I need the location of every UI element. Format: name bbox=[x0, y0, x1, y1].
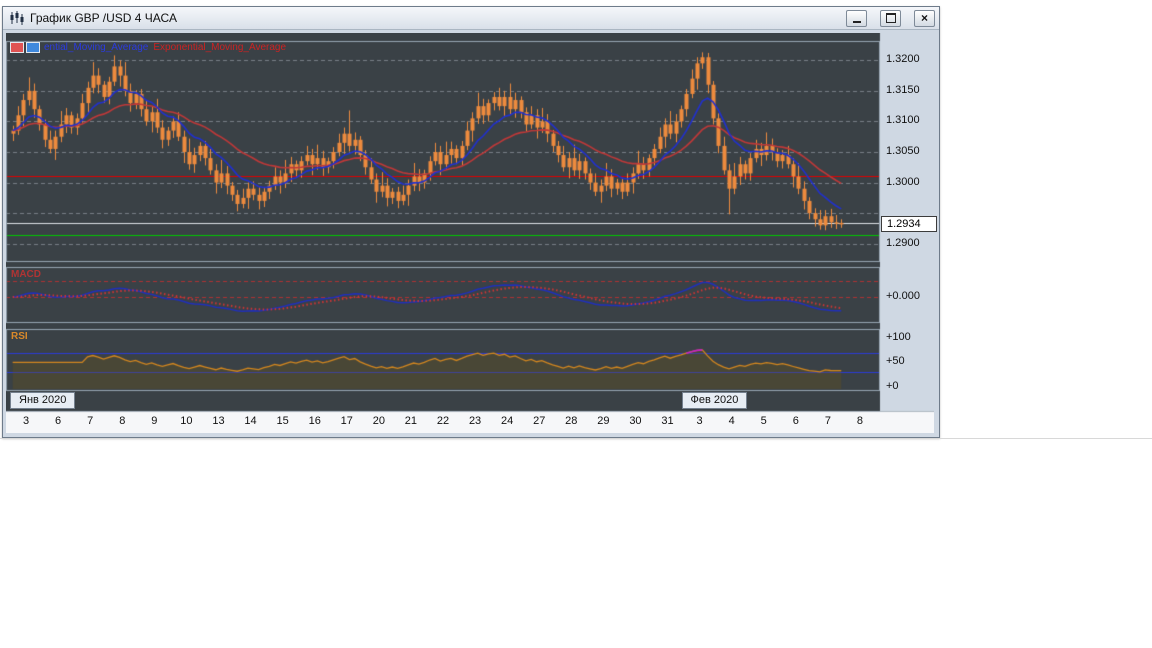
time-axis-day-label: 27 bbox=[533, 415, 546, 427]
price-axis-label: 1.3150 bbox=[886, 83, 920, 96]
time-axis-day-label: 31 bbox=[661, 415, 674, 427]
indicator-legend: ential_Moving_Average Exponential_Moving… bbox=[10, 42, 286, 53]
time-axis-day-label: 16 bbox=[308, 415, 321, 427]
rsi-axis-label: +100 bbox=[886, 331, 911, 344]
month-label: Янв 2020 bbox=[10, 392, 76, 409]
time-axis-day-label: 6 bbox=[55, 415, 62, 427]
ema-fast-label: ential_Moving_Average bbox=[44, 42, 149, 53]
maximize-icon bbox=[885, 13, 896, 23]
price-axis-label: 1.2900 bbox=[886, 236, 920, 249]
titlebar[interactable]: График GBP /USD 4 ЧАСА × bbox=[3, 7, 939, 30]
desktop: График GBP /USD 4 ЧАСА × ential_Moving_A… bbox=[0, 0, 1152, 648]
time-axis-day-label: 9 bbox=[151, 415, 158, 427]
rsi-panel-label: RSI bbox=[11, 331, 28, 342]
time-axis-day-label: 3 bbox=[22, 415, 30, 427]
macd-axis-label: +0.000 bbox=[886, 290, 920, 302]
time-axis-day-label: 17 bbox=[340, 415, 353, 427]
month-label: Фев 2020 bbox=[681, 392, 748, 409]
minimize-icon bbox=[852, 21, 861, 23]
legend-chip-blue[interactable] bbox=[26, 42, 40, 53]
pane-divider bbox=[0, 438, 1152, 439]
price-chart-canvas[interactable] bbox=[6, 33, 934, 433]
close-button[interactable]: × bbox=[914, 9, 935, 27]
time-axis-day-label: 13 bbox=[212, 415, 225, 427]
window-title: График GBP /USD 4 ЧАСА bbox=[30, 11, 177, 25]
chart-container: ential_Moving_Average Exponential_Moving… bbox=[6, 33, 937, 433]
time-axis-day-label: 3 bbox=[696, 415, 703, 427]
ema-slow-label: Exponential_Moving_Average bbox=[153, 42, 287, 53]
price-axis-label: 1.3000 bbox=[886, 175, 920, 188]
rsi-axis-label: +0 bbox=[886, 379, 899, 392]
time-axis-day-label: 10 bbox=[180, 415, 193, 427]
time-axis-day-label: 30 bbox=[629, 415, 642, 427]
time-axis-day-label: 15 bbox=[276, 415, 289, 427]
legend-chip-red[interactable] bbox=[10, 42, 24, 53]
time-axis-day-label: 23 bbox=[468, 415, 482, 427]
time-axis-day-label: 4 bbox=[728, 415, 735, 427]
window-controls: × bbox=[833, 9, 935, 27]
minimize-button[interactable] bbox=[846, 9, 867, 27]
macd-panel-label: MACD bbox=[11, 269, 41, 280]
time-axis-day-label: 8 bbox=[856, 415, 864, 427]
maximize-button[interactable] bbox=[880, 9, 901, 27]
current-price-box: 1.2934 bbox=[881, 215, 937, 232]
time-axis-day-label: 14 bbox=[244, 415, 257, 427]
close-icon: × bbox=[920, 11, 928, 25]
price-axis-label: 1.3100 bbox=[886, 114, 920, 127]
time-axis-day-label: 22 bbox=[436, 415, 450, 427]
time-axis-day-label: 7 bbox=[87, 415, 94, 427]
time-axis-day-label: 29 bbox=[597, 415, 610, 427]
candlestick-chart-icon bbox=[9, 11, 25, 25]
rsi-axis-label: +50 bbox=[886, 355, 905, 368]
time-axis-day-label: 8 bbox=[119, 415, 126, 427]
time-axis-day-label: 5 bbox=[760, 415, 767, 427]
price-axis-label: 1.3200 bbox=[886, 53, 920, 66]
time-axis-day-label: 21 bbox=[404, 415, 418, 427]
price-axis-label: 1.3050 bbox=[886, 145, 920, 157]
time-axis-day-label: 20 bbox=[372, 415, 385, 427]
chart-window: График GBP /USD 4 ЧАСА × ential_Moving_A… bbox=[2, 6, 940, 438]
time-axis-day-label: 28 bbox=[565, 415, 578, 427]
time-axis-day-label: 24 bbox=[501, 415, 514, 427]
time-axis-day-label: 7 bbox=[824, 415, 831, 427]
time-axis-day-label: 6 bbox=[792, 415, 799, 427]
